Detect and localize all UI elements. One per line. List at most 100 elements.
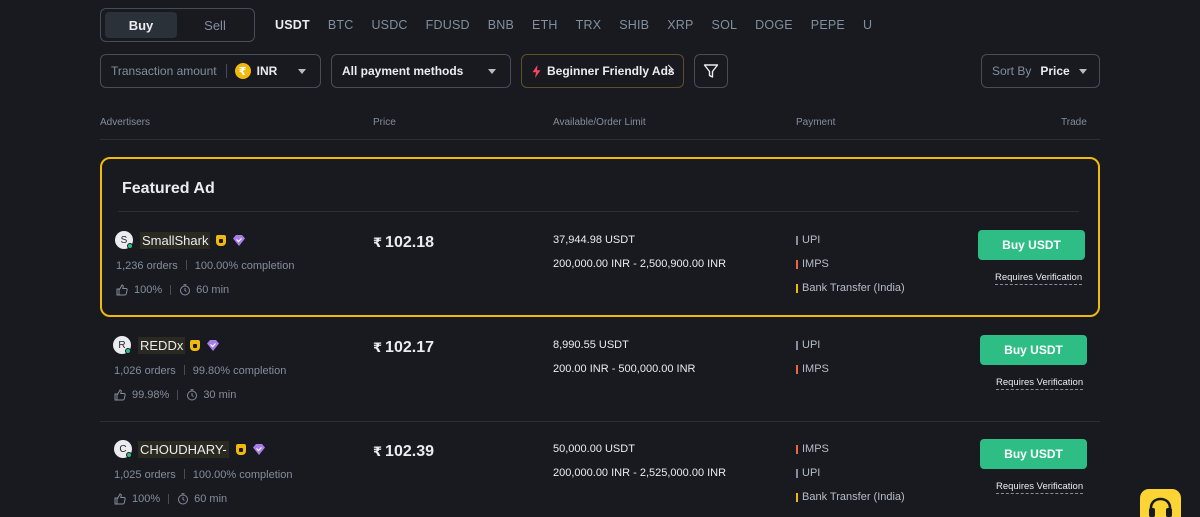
buy-usdt-button[interactable]: Buy USDT bbox=[980, 335, 1087, 365]
requires-verification-link[interactable]: Requires Verification bbox=[995, 272, 1083, 285]
buy-usdt-button[interactable]: Buy USDT bbox=[978, 230, 1085, 260]
order-count: 1,026 orders bbox=[114, 365, 176, 377]
thumbs-up-icon bbox=[114, 493, 126, 505]
online-status-dot bbox=[126, 452, 132, 458]
positive-feedback: 100% bbox=[132, 493, 161, 505]
transaction-amount-label: Transaction amount bbox=[111, 64, 217, 78]
featured-ad-title: Featured Ad bbox=[122, 180, 215, 197]
advertiser-stats: 1,025 orders 100.00% completion bbox=[114, 469, 292, 481]
order-limit: 200.00 INR - 500,000.00 INR bbox=[553, 363, 696, 375]
payment-method: Bank Transfer (India) bbox=[796, 491, 905, 503]
coin-tab-doge[interactable]: DOGE bbox=[755, 18, 793, 32]
sell-tab[interactable]: Sell bbox=[179, 12, 251, 38]
sort-by-value: Price bbox=[1040, 64, 1070, 78]
currency-select[interactable]: INR bbox=[257, 64, 278, 78]
completion-rate: 99.80% completion bbox=[192, 365, 287, 377]
timer-icon bbox=[187, 389, 198, 401]
ad-price: ₹102.18 bbox=[373, 234, 434, 252]
payment-methods-select[interactable]: All payment methods bbox=[331, 54, 511, 88]
advertiser-stats: 1,236 orders 100.00% completion bbox=[116, 260, 294, 272]
coin-tab-usdt[interactable]: USDT bbox=[275, 18, 310, 32]
header-price: Price bbox=[373, 117, 396, 128]
coin-tab-shib[interactable]: SHIB bbox=[619, 18, 649, 32]
available-amount: 8,990.55 USDT bbox=[553, 339, 629, 351]
online-status-dot bbox=[127, 243, 133, 249]
order-count: 1,236 orders bbox=[116, 260, 178, 272]
buy-usdt-button[interactable]: Buy USDT bbox=[980, 439, 1087, 469]
requires-verification-link[interactable]: Requires Verification bbox=[996, 377, 1084, 390]
coin-tabs: USDT BTC USDC FDUSD BNB ETH TRX SHIB XRP… bbox=[275, 18, 890, 32]
coin-tab-sol[interactable]: SOL bbox=[712, 18, 738, 32]
thumbs-up-icon bbox=[114, 389, 126, 401]
coin-tab-pepe[interactable]: PEPE bbox=[811, 18, 845, 32]
coin-tab-xrp[interactable]: XRP bbox=[667, 18, 693, 32]
price-value: 102.17 bbox=[385, 339, 434, 356]
payment-method: UPI bbox=[796, 234, 820, 246]
payment-color-bar bbox=[796, 283, 798, 293]
timer-icon bbox=[178, 493, 189, 505]
transaction-amount-input[interactable]: Transaction amount ₹ INR bbox=[100, 54, 321, 88]
advertiser-stats: 1,026 orders 99.80% completion bbox=[114, 365, 286, 377]
coin-tab-usdc[interactable]: USDC bbox=[371, 18, 407, 32]
payment-color-bar bbox=[796, 259, 798, 269]
order-count: 1,025 orders bbox=[114, 469, 176, 481]
payment-time-limit: 60 min bbox=[196, 284, 230, 296]
payment-method: Bank Transfer (India) bbox=[796, 282, 905, 294]
requires-verification-link[interactable]: Requires Verification bbox=[996, 481, 1084, 494]
payment-time-limit: 60 min bbox=[194, 493, 228, 505]
available-amount: 37,944.98 USDT bbox=[553, 234, 635, 246]
header-available: Available/Order Limit bbox=[553, 117, 646, 128]
beginner-friendly-ads-button[interactable]: Beginner Friendly Ads bbox=[521, 54, 684, 88]
row-divider bbox=[100, 421, 1100, 422]
lightning-icon bbox=[532, 64, 541, 78]
buy-tab[interactable]: Buy bbox=[105, 12, 177, 38]
completion-rate: 100.00% completion bbox=[192, 469, 293, 481]
advertiser-name[interactable]: REDDx bbox=[138, 337, 186, 354]
chevron-down-icon bbox=[1079, 69, 1087, 74]
merchant-badge-icon bbox=[190, 340, 200, 351]
completion-rate: 100.00% completion bbox=[194, 260, 295, 272]
payment-methods-label: All payment methods bbox=[342, 64, 464, 78]
payment-method: UPI bbox=[796, 339, 820, 351]
headset-icon bbox=[1149, 497, 1172, 517]
online-status-dot bbox=[125, 348, 131, 354]
timer-icon bbox=[180, 284, 191, 296]
chevron-down-icon bbox=[298, 69, 306, 74]
payment-color-bar bbox=[796, 364, 798, 374]
header-trade: Trade bbox=[1061, 117, 1087, 128]
payment-method: IMPS bbox=[796, 443, 829, 455]
coin-tab-u[interactable]: U bbox=[863, 18, 872, 32]
coin-tab-btc[interactable]: BTC bbox=[328, 18, 354, 32]
price-value: 102.18 bbox=[385, 234, 434, 251]
order-limit: 200,000.00 INR - 2,500,900.00 INR bbox=[553, 258, 727, 270]
positive-feedback: 100% bbox=[134, 284, 163, 296]
coin-tab-trx[interactable]: TRX bbox=[576, 18, 602, 32]
payment-method: UPI bbox=[796, 467, 820, 479]
coin-tab-fdusd[interactable]: FDUSD bbox=[426, 18, 470, 32]
order-limit: 200,000.00 INR - 2,525,000.00 INR bbox=[553, 467, 727, 479]
inr-currency-icon: ₹ bbox=[234, 63, 251, 79]
chevron-down-icon bbox=[488, 69, 496, 74]
payment-color-bar bbox=[796, 492, 798, 502]
price-value: 102.39 bbox=[385, 443, 434, 460]
ad-price: ₹102.39 bbox=[373, 443, 434, 461]
positive-feedback: 99.98% bbox=[132, 389, 170, 401]
sort-by-select[interactable]: Sort By Price bbox=[981, 54, 1100, 88]
featured-divider bbox=[118, 211, 1079, 212]
advertiser-name[interactable]: SmallShark bbox=[140, 232, 211, 249]
filter-button[interactable] bbox=[694, 54, 728, 88]
advertiser-name[interactable]: CHOUDHARY- bbox=[138, 441, 229, 458]
coin-tab-bnb[interactable]: BNB bbox=[488, 18, 514, 32]
filter-funnel-icon bbox=[703, 64, 719, 78]
thumbs-up-icon bbox=[116, 284, 128, 296]
rupee-symbol: ₹ bbox=[373, 340, 383, 355]
coin-tab-eth[interactable]: ETH bbox=[532, 18, 558, 32]
buy-sell-toggle: Buy Sell bbox=[100, 8, 255, 42]
sort-by-label: Sort By bbox=[992, 64, 1032, 78]
payment-color-bar bbox=[796, 444, 798, 454]
beginner-friendly-ads-label: Beginner Friendly Ads bbox=[547, 64, 675, 78]
header-advertisers: Advertisers bbox=[100, 117, 151, 128]
rupee-symbol: ₹ bbox=[373, 444, 383, 459]
support-chat-button[interactable] bbox=[1140, 489, 1181, 517]
ad-price: ₹102.17 bbox=[373, 339, 434, 357]
